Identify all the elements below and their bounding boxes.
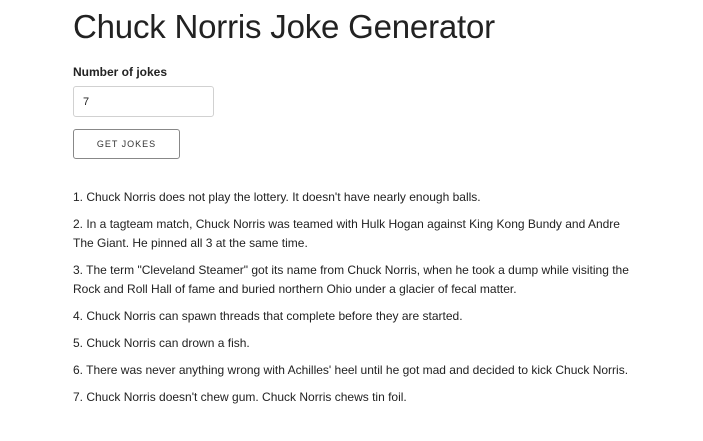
joke-item: 4. Chuck Norris can spawn threads that c… (73, 309, 463, 323)
jokes-count-input[interactable] (73, 86, 214, 117)
joke-item: 7. Chuck Norris doesn't chew gum. Chuck … (73, 390, 407, 404)
joke-item: 2. In a tagteam match, Chuck Norris was … (73, 217, 620, 250)
joke-item: 6. There was never anything wrong with A… (73, 363, 629, 377)
jokes-list: 1. Chuck Norris does not play the lotter… (73, 188, 643, 415)
joke-item: 3. The term "Cleveland Steamer" got its … (73, 263, 629, 296)
jokes-count-label: Number of jokes (73, 65, 168, 79)
page-title: Chuck Norris Joke Generator (73, 8, 495, 45)
joke-item: 1. Chuck Norris does not play the lotter… (73, 190, 481, 204)
get-jokes-button[interactable]: GET JOKES (73, 129, 180, 159)
joke-item: 5. Chuck Norris can drown a fish. (73, 336, 250, 350)
